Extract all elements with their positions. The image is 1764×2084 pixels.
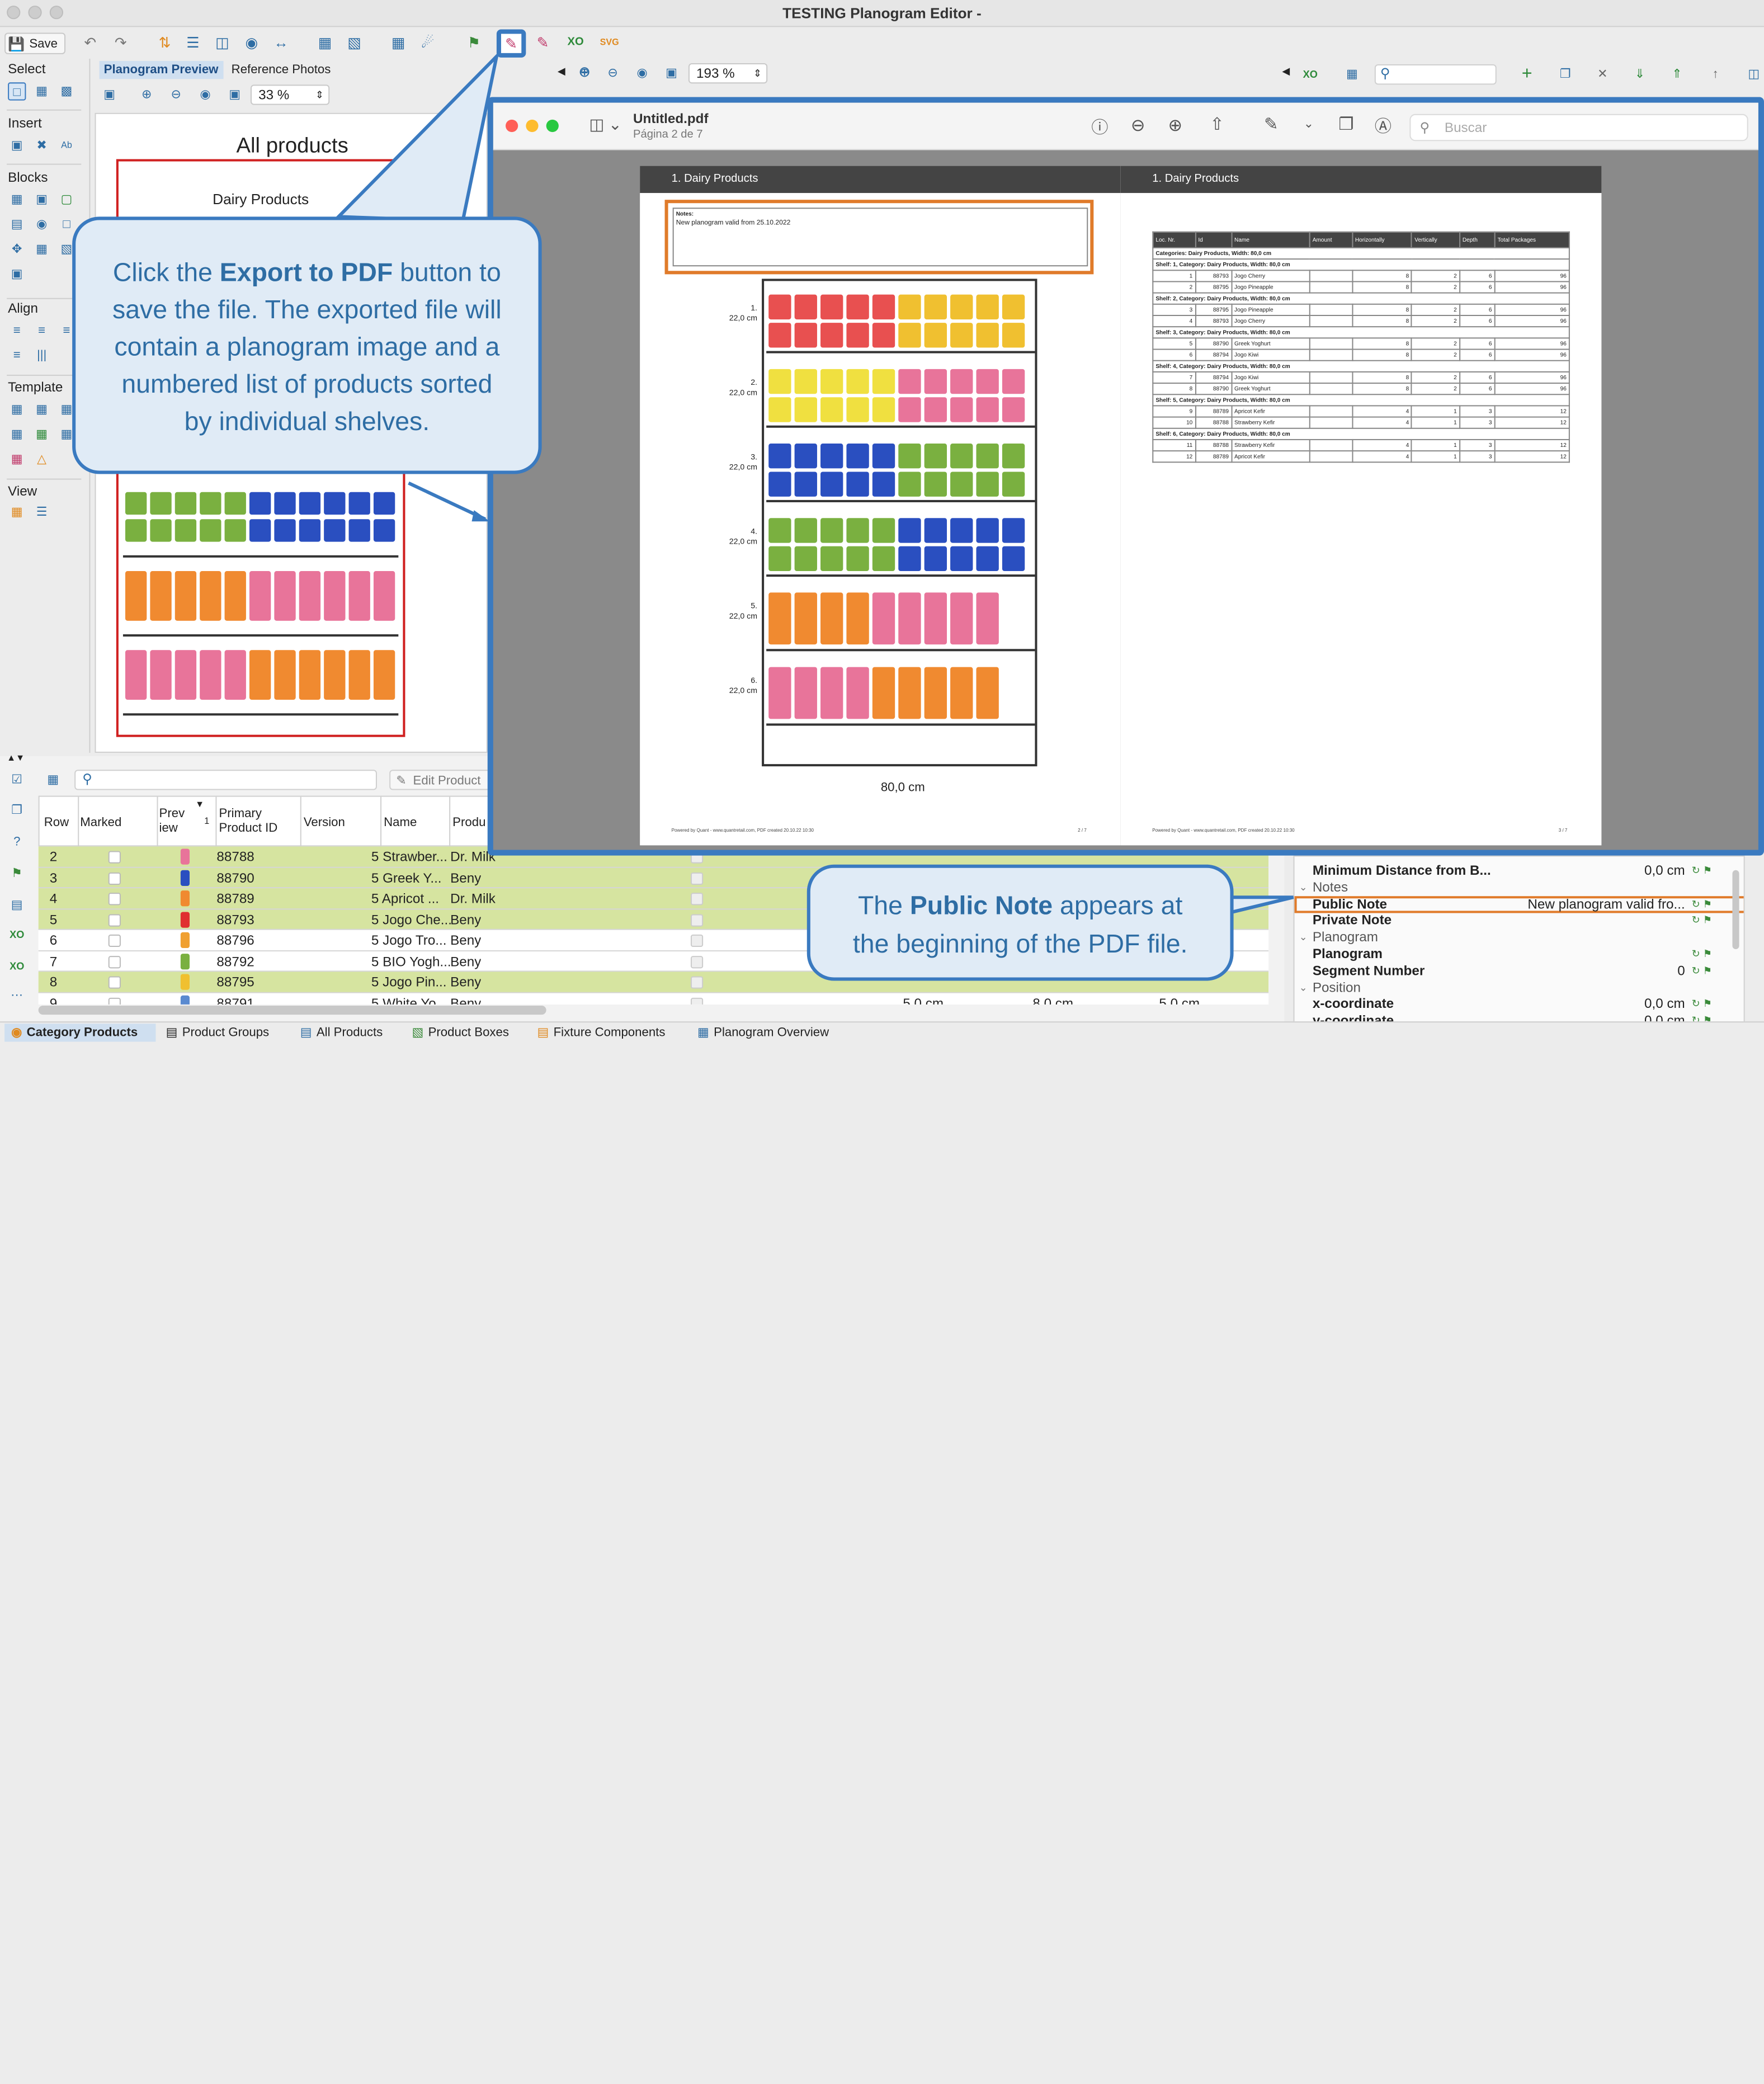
note-callout-pointer (1221, 895, 1294, 917)
public-note-callout: The Public Note appears at the beginning… (806, 864, 1234, 981)
note-callout-bold: Public Note (909, 890, 1053, 920)
export-callout-pointer (334, 51, 499, 223)
arrow-head (471, 510, 490, 522)
export-callout-bold: Export to PDF (219, 257, 393, 287)
export-callout-text-1: Click the (112, 257, 220, 287)
note-callout-text-1: The (857, 890, 910, 920)
export-pdf-callout: Click the Export to PDF button to save t… (72, 216, 542, 474)
